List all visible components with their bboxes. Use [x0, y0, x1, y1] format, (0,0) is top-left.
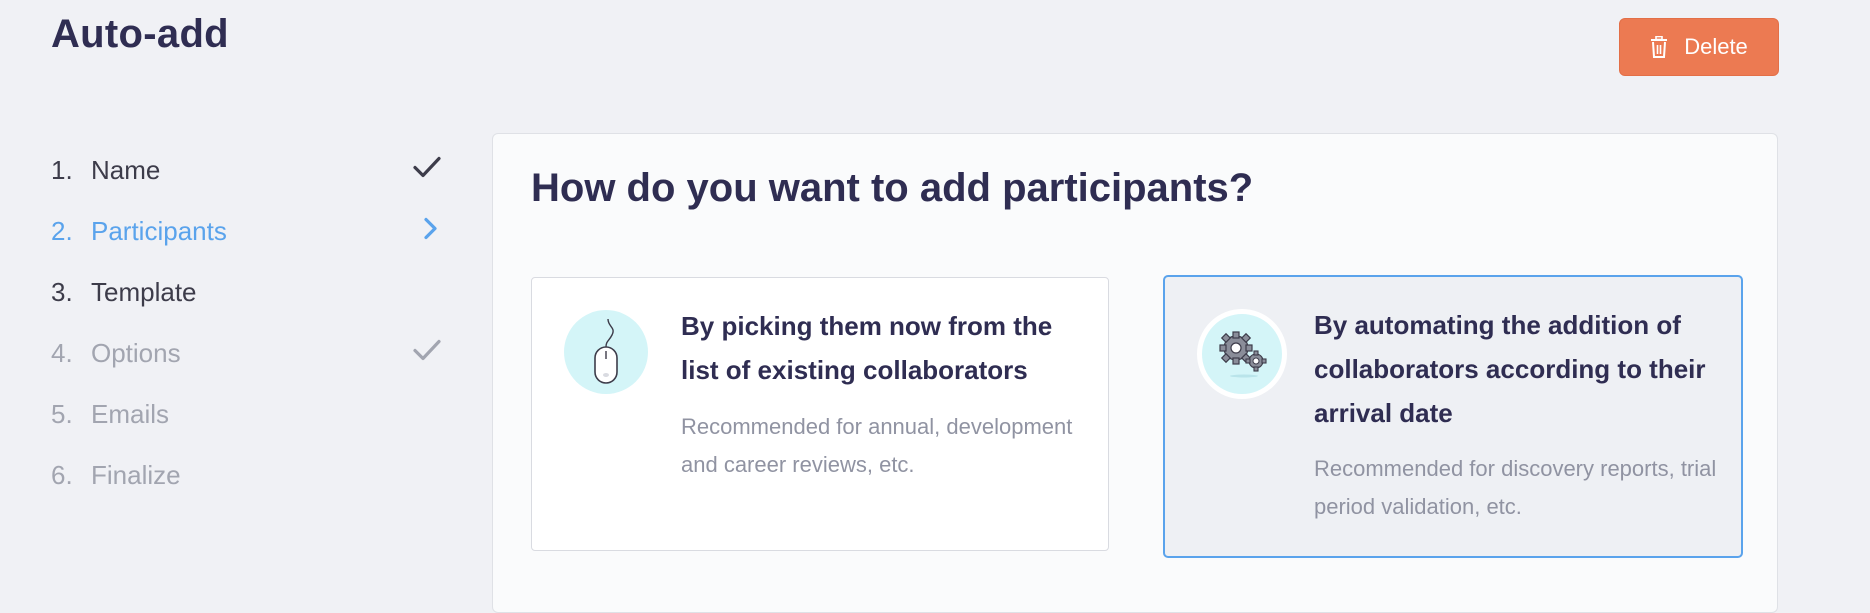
- step-emails[interactable]: 5. Emails: [51, 384, 446, 445]
- option-pick-now[interactable]: By picking them now from the list of exi…: [531, 277, 1109, 551]
- option-description: Recommended for annual, development and …: [681, 414, 1073, 477]
- option-title: By picking them now from the list of exi…: [681, 311, 1053, 385]
- step-label: Template: [91, 277, 197, 307]
- option-title: By automating the addition of collaborat…: [1314, 310, 1706, 428]
- step-label: Name: [91, 155, 161, 185]
- mouse-icon: [564, 310, 648, 394]
- step-label: Options: [91, 338, 181, 368]
- step-participants[interactable]: 2. Participants: [51, 201, 446, 262]
- trash-icon: [1650, 36, 1668, 58]
- step-number: 1.: [51, 155, 73, 185]
- step-label: Finalize: [91, 460, 181, 490]
- delete-label: Delete: [1684, 34, 1748, 59]
- check-icon: [412, 338, 442, 369]
- step-options[interactable]: 4. Options: [51, 323, 446, 384]
- step-number: 3.: [51, 277, 73, 307]
- step-number: 6.: [51, 460, 73, 490]
- step-number: 5.: [51, 399, 73, 429]
- step-number: 2.: [51, 216, 73, 246]
- panel-heading: How do you want to add participants?: [531, 166, 1254, 210]
- check-icon: [412, 155, 442, 186]
- page-title: Auto-add: [51, 12, 229, 56]
- participants-panel: How do you want to add participants? By …: [492, 133, 1778, 613]
- step-name[interactable]: 1. Name: [51, 140, 446, 201]
- option-automate[interactable]: By automating the addition of collaborat…: [1163, 275, 1743, 558]
- option-description: Recommended for discovery reports, trial…: [1314, 456, 1717, 519]
- step-label: Emails: [91, 399, 170, 429]
- step-template[interactable]: 3. Template: [51, 262, 446, 323]
- step-number: 4.: [51, 338, 73, 368]
- delete-button[interactable]: Delete: [1619, 18, 1779, 76]
- step-finalize[interactable]: 6. Finalize: [51, 445, 446, 506]
- chevron-right-icon: [422, 216, 438, 247]
- step-list: 1. Name 2. Participants 3. Template 4. O…: [51, 140, 446, 506]
- gears-icon: [1197, 309, 1287, 399]
- step-label: Participants: [91, 216, 227, 246]
